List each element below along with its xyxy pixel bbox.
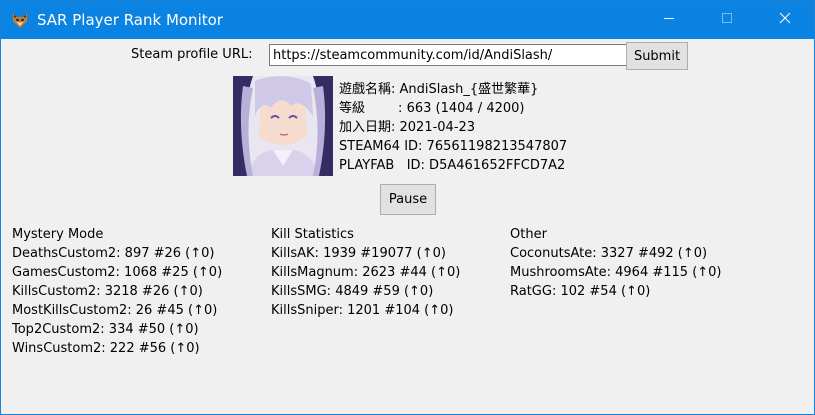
join-date: 加入日期: 2021-04-23 [339,120,476,135]
section-mystery-mode: Mystery Mode DeathsCustom2: 897 #26 (↑0)… [12,225,222,358]
fox-head-icon [11,11,29,29]
app-window: SAR Player Rank Monitor Steam profile UR… [0,0,815,415]
stat-item: KillsMagnum: 2623 #44 (↑0) [271,265,461,280]
close-icon [779,12,791,28]
close-button[interactable] [756,1,814,39]
player-level: 等級 : 663 (1404 / 4200) [339,101,525,116]
steam-url-label: Steam profile URL: [131,47,253,62]
stat-item: CoconutsAte: 3327 #492 (↑0) [510,246,708,261]
maximize-icon [721,12,733,28]
stat-item: KillsSniper: 1201 #104 (↑0) [271,303,454,318]
stat-item: Top2Custom2: 334 #50 (↑0) [12,322,199,337]
title-bar[interactable]: SAR Player Rank Monitor [1,1,814,39]
anime-girl-avatar [233,76,333,176]
stat-item: RatGG: 102 #54 (↑0) [510,284,651,299]
maximize-button[interactable] [698,1,756,39]
stat-item: WinsCustom2: 222 #56 (↑0) [12,341,200,356]
section-other: Other CoconutsAte: 3327 #492 (↑0) Mushro… [510,225,722,301]
stat-item: KillsAK: 1939 #19077 (↑0) [271,246,446,261]
window-title: SAR Player Rank Monitor [37,11,223,29]
minimize-button[interactable] [640,1,698,39]
stat-item: KillsCustom2: 3218 #26 (↑0) [12,284,203,299]
stat-item: DeathsCustom2: 897 #26 (↑0) [12,246,215,261]
section-title: Other [510,227,547,242]
player-name: 遊戲名稱: AndiSlash_{盛世繁華} [339,82,539,97]
section-kill-statistics: Kill Statistics KillsAK: 1939 #19077 (↑0… [271,225,460,320]
minimize-icon [663,12,675,28]
profile-info: 遊戲名稱: AndiSlash_{盛世繁華} 等級 : 663 (1404 / … [339,80,567,175]
section-title: Kill Statistics [271,227,354,242]
playfab-id: PLAYFAB ID: D5A461652FFCD7A2 [339,158,566,173]
stat-item: MushroomsAte: 4964 #115 (↑0) [510,265,722,280]
submit-button[interactable]: Submit [626,42,688,70]
section-title: Mystery Mode [12,227,104,242]
steam-url-input[interactable] [269,44,627,66]
stat-item: MostKillsCustom2: 26 #45 (↑0) [12,303,218,318]
steam64-id: STEAM64 ID: 76561198213547807 [339,139,568,154]
pause-button[interactable]: Pause [380,184,436,215]
stat-item: KillsSMG: 4849 #59 (↑0) [271,284,434,299]
stat-item: GamesCustom2: 1068 #25 (↑0) [12,265,223,280]
